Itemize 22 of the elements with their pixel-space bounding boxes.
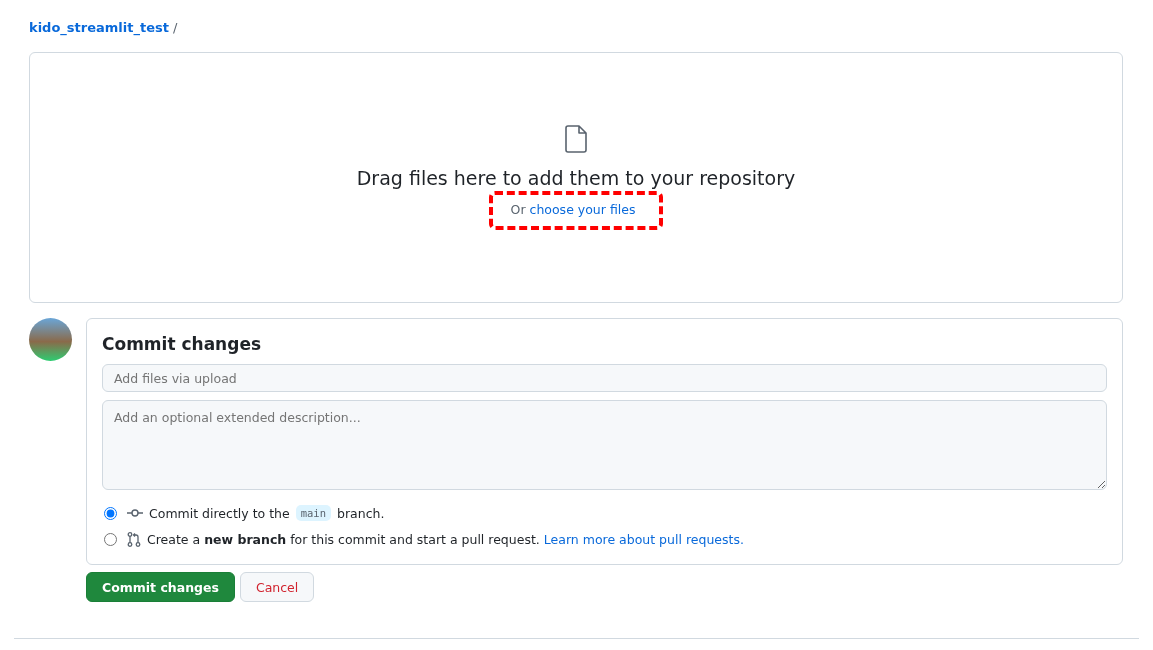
path-separator: / — [172, 19, 178, 35]
file-icon — [564, 125, 588, 153]
commit-button[interactable]: Commit changes — [86, 572, 235, 602]
commit-heading: Commit changes — [102, 334, 263, 354]
pull-request-icon — [127, 531, 141, 547]
option-text: branch. — [337, 505, 385, 521]
branch-name: main — [295, 505, 331, 521]
avatar — [29, 318, 72, 361]
radio-button[interactable] — [104, 506, 117, 520]
repository-link[interactable]: kido_streamlit_test — [29, 19, 169, 35]
commit-description-field[interactable]: Add an optional extended description... — [102, 400, 1107, 490]
commit-icon — [127, 508, 143, 518]
drop-zone-title: Drag files here to add them to your repository — [356, 167, 796, 189]
option-text: Create a new branch for this commit and start a pull request. — [147, 531, 540, 547]
choose-files-link[interactable]: choose your files — [529, 202, 636, 217]
radio-button[interactable] — [104, 532, 117, 546]
choose-files-text: Or choose your files — [510, 202, 636, 217]
file-drop-zone[interactable]: Drag files here to add them to your repository Or choose your files — [29, 52, 1123, 303]
learn-more-link[interactable]: Learn more about pull requests. — [543, 531, 744, 547]
commit-summary-field[interactable]: Add files via upload — [102, 364, 1107, 392]
cancel-button[interactable]: Cancel — [239, 572, 315, 602]
option-text: Commit directly to the — [149, 505, 290, 521]
